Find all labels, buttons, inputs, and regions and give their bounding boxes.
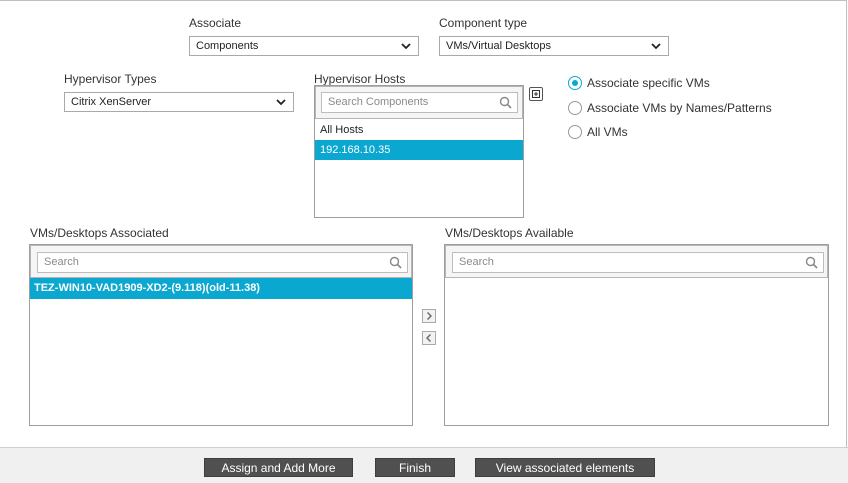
chevron-down-icon xyxy=(651,43,661,50)
available-search-placeholder: Search xyxy=(459,256,494,268)
hypervisor-hosts-search-input[interactable]: Search Components xyxy=(321,92,518,113)
associated-label: VMs/Desktops Associated xyxy=(30,226,169,240)
associated-search-input[interactable]: Search xyxy=(37,252,408,273)
chevron-down-icon xyxy=(276,99,286,106)
hypervisor-hosts-list: Search Components All Hosts 192.168.10.3… xyxy=(314,85,524,218)
associated-search-bar: Search xyxy=(30,245,412,278)
footer-bar: Assign and Add More Finish View associat… xyxy=(0,447,848,483)
component-type-label: Component type xyxy=(439,16,528,30)
radio-associate-specific[interactable] xyxy=(568,76,582,90)
available-search-input[interactable]: Search xyxy=(452,252,824,273)
radio-label[interactable]: Associate VMs by Names/Patterns xyxy=(587,101,772,115)
hypervisor-types-label: Hypervisor Types xyxy=(64,72,157,86)
associate-select[interactable]: Components xyxy=(189,36,419,56)
move-left-button[interactable] xyxy=(422,331,436,345)
hypervisor-hosts-label: Hypervisor Hosts xyxy=(314,72,406,86)
available-list: Search xyxy=(444,244,829,426)
available-label: VMs/Desktops Available xyxy=(445,226,574,240)
move-right-button[interactable] xyxy=(422,309,436,323)
view-associated-elements-button[interactable]: View associated elements xyxy=(475,458,655,477)
associate-value: Components xyxy=(196,40,259,52)
top-border xyxy=(0,0,846,1)
assign-and-add-more-button[interactable]: Assign and Add More xyxy=(204,458,353,477)
hypervisor-types-value: Citrix XenServer xyxy=(71,96,152,108)
chevron-left-icon xyxy=(426,334,431,342)
hypervisor-hosts-search-bar: Search Components xyxy=(315,86,523,119)
search-icon xyxy=(389,256,402,269)
right-border xyxy=(846,0,847,447)
radio-label[interactable]: Associate specific VMs xyxy=(587,76,710,90)
hypervisor-types-select[interactable]: Citrix XenServer xyxy=(64,92,294,112)
radio-associate-patterns[interactable] xyxy=(568,101,582,115)
available-search-bar: Search xyxy=(445,245,828,278)
component-type-value: VMs/Virtual Desktops xyxy=(446,40,551,52)
finish-button[interactable]: Finish xyxy=(375,458,455,477)
list-item-selected[interactable]: TEZ-WIN10-VAD1909-XD2-(9.118)(old-11.38) xyxy=(30,278,412,299)
hypervisor-hosts-search-placeholder: Search Components xyxy=(328,96,429,108)
radio-all-vms[interactable] xyxy=(568,125,582,139)
expand-icon[interactable] xyxy=(529,87,543,101)
associated-search-placeholder: Search xyxy=(44,256,79,268)
component-type-select[interactable]: VMs/Virtual Desktops xyxy=(439,36,669,56)
radio-label[interactable]: All VMs xyxy=(587,125,628,139)
list-item-selected[interactable]: 192.168.10.35 xyxy=(315,140,523,160)
search-icon xyxy=(499,96,512,109)
list-item[interactable]: All Hosts xyxy=(315,121,523,139)
associated-list: Search TEZ-WIN10-VAD1909-XD2-(9.118)(old… xyxy=(29,244,413,426)
chevron-right-icon xyxy=(427,312,432,320)
associate-label: Associate xyxy=(189,16,242,30)
search-icon xyxy=(805,256,818,269)
chevron-down-icon xyxy=(401,43,411,50)
